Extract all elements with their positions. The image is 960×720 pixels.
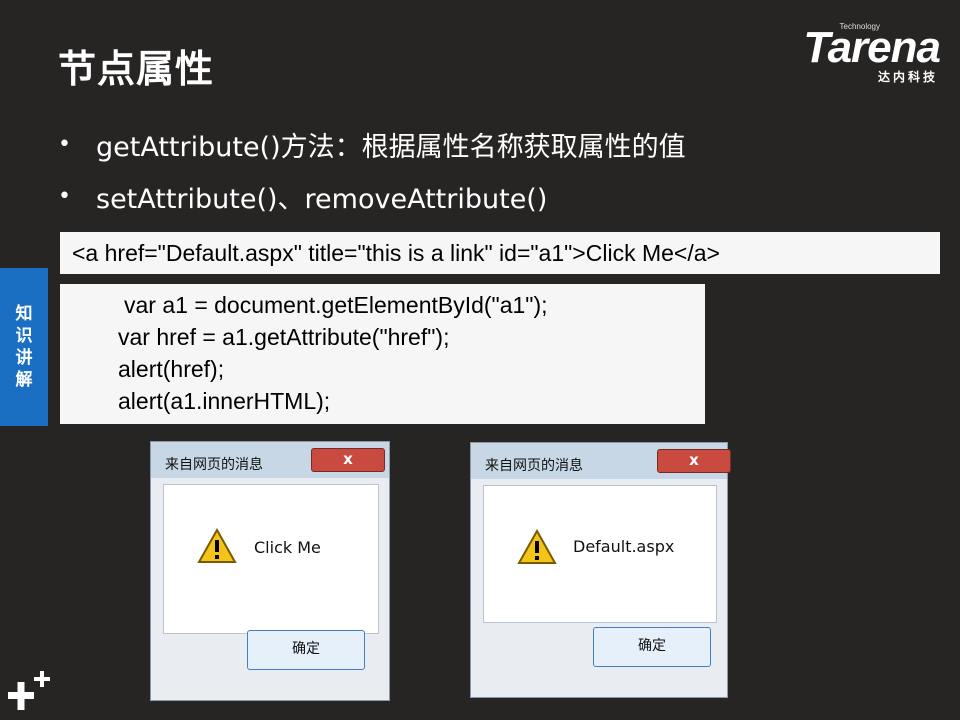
code-line: var a1 = document.getElementById("a1");: [124, 292, 548, 318]
side-tab-char: 解: [15, 370, 33, 390]
slide-title: 节点属性: [58, 47, 215, 91]
code-line: alert(a1.innerHTML);: [118, 388, 331, 414]
code-line: var href = a1.getAttribute("href");: [118, 324, 450, 350]
bullet-list: • getAttribute()方法：根据属性名称获取属性的值 • setAtt…: [58, 118, 686, 222]
side-tab-char: 讲: [15, 348, 33, 368]
plus-icon: [8, 671, 50, 710]
knowledge-tab[interactable]: 知 识 讲 解: [0, 268, 48, 426]
logo-chinese: 达内科技: [877, 70, 938, 84]
code-block: var a1 = document.getElementById("a1"); …: [60, 284, 705, 424]
alert-dialog-click-me: 来自网页的消息 x Click Me 确定: [150, 441, 390, 701]
logo-name: Tarena: [803, 23, 941, 72]
bullet-text: getAttribute()方法：根据属性名称获取属性的值: [96, 131, 686, 163]
warning-icon: [197, 528, 237, 563]
close-button[interactable]: x: [311, 448, 385, 472]
side-tab-char: 知: [15, 304, 33, 324]
ok-button[interactable]: 确定: [593, 627, 711, 667]
dialog-message: Click Me: [254, 538, 321, 557]
dialog-title: 来自网页的消息: [485, 458, 583, 474]
close-button[interactable]: x: [657, 449, 731, 473]
warning-icon: [517, 529, 557, 564]
dialog-message: Default.aspx: [573, 537, 675, 556]
dialog-title: 来自网页的消息: [165, 457, 263, 473]
bullet-item: • getAttribute()方法：根据属性名称获取属性的值: [58, 118, 686, 170]
ok-button[interactable]: 确定: [247, 630, 365, 670]
html-example: <a href="Default.aspx" title="this is a …: [60, 232, 940, 274]
bullet-item: • setAttribute()、removeAttribute(): [58, 170, 686, 222]
side-tab-char: 识: [15, 326, 33, 346]
alert-dialog-default-aspx: 来自网页的消息 x Default.aspx 确定: [470, 442, 731, 698]
bullet-text: setAttribute()、removeAttribute(): [96, 183, 548, 215]
tarena-logo: Technology Tarena 达内科技: [778, 22, 948, 84]
code-line: alert(href);: [118, 356, 225, 382]
bullet-dot-icon: •: [58, 183, 71, 209]
bullet-dot-icon: •: [58, 131, 71, 157]
dialog-content: [163, 484, 379, 634]
